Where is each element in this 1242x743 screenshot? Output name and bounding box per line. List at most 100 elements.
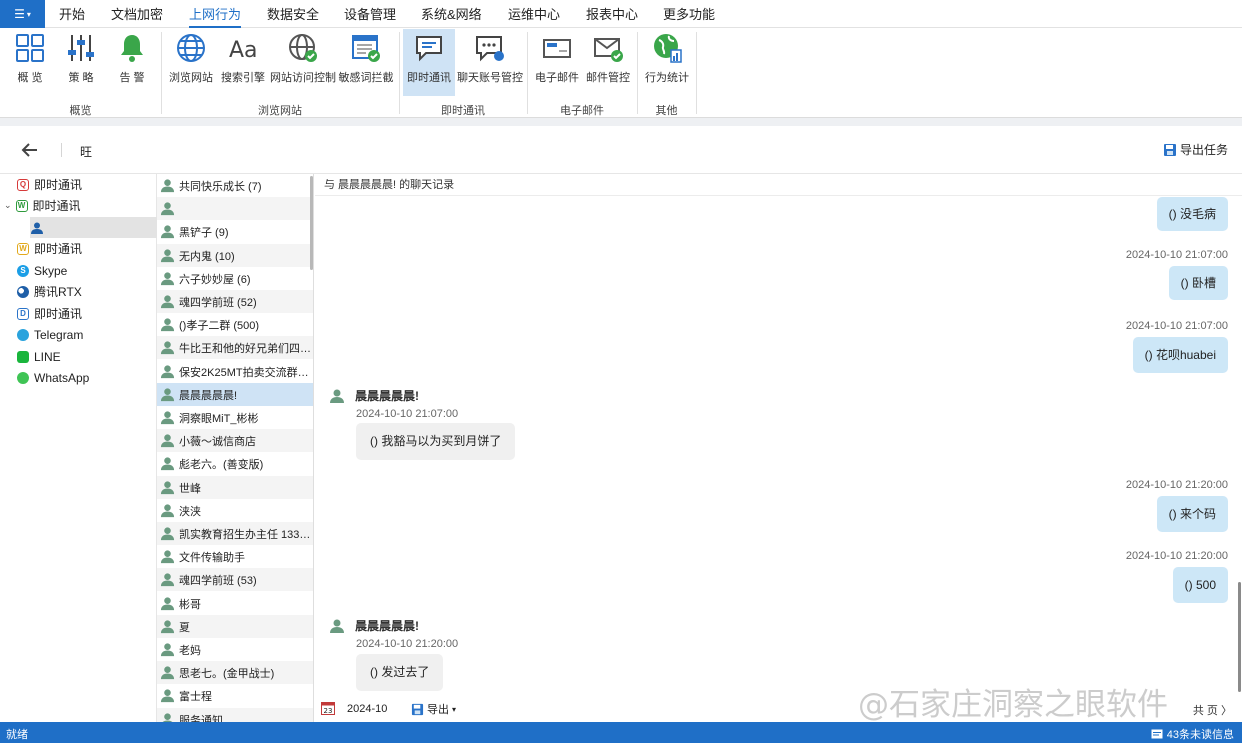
contact-row[interactable]: 小薇～诚信商店	[157, 429, 313, 452]
message-bubble-self: () 花呗huabei	[1132, 337, 1228, 373]
user-icon	[160, 318, 175, 332]
website-access-control-button[interactable]: 网站访问控制	[270, 29, 336, 96]
contact-row[interactable]: 共同快乐成长 (7)	[157, 174, 313, 197]
tree-item-skype[interactable]: S Skype	[17, 260, 67, 281]
instant-messaging-button[interactable]: 即时通讯	[403, 29, 455, 96]
contact-row[interactable]: 浃浃	[157, 499, 313, 522]
chat-account-control-label: 聊天账号管控	[457, 72, 523, 84]
chat-title: 与 晨晨晨晨晨! 的聊天记录	[315, 174, 1242, 196]
export-dropdown[interactable]: 导出 ▾	[411, 701, 456, 717]
contact-row[interactable]: 黑铲子 (9)	[157, 220, 313, 243]
floppy-export-icon	[411, 703, 424, 715]
contact-name: 夏	[179, 621, 190, 634]
bell-icon	[121, 35, 143, 62]
contact-row[interactable]: ()孝子二群 (500)	[157, 313, 313, 336]
tab-start[interactable]: 开始	[59, 0, 85, 28]
contact-row[interactable]: 凯实教育招生办主任 1337...	[157, 522, 313, 545]
policy-button[interactable]: 策 略	[58, 29, 104, 96]
tree-item-whatsapp[interactable]: WhatsApp	[17, 367, 89, 388]
tab-device-management[interactable]: 设备管理	[344, 0, 396, 28]
contact-row[interactable]: 彬哥	[157, 592, 313, 615]
behavior-stats-button[interactable]: 行为统计	[642, 29, 692, 96]
message-time: 2024-10-10 21:07:00	[356, 408, 459, 420]
group-label-email: 电子邮件	[560, 105, 604, 117]
tab-report-center[interactable]: 报表中心	[586, 0, 638, 28]
user-icon	[160, 202, 175, 216]
message-bubble-other: () 发过去了	[356, 654, 444, 691]
contact-row[interactable]: 文件传输助手	[157, 545, 313, 568]
contact-row[interactable]: 晨晨晨晨晨!	[157, 383, 313, 406]
tree-item-label: 腾讯RTX	[34, 285, 82, 299]
tree-item-im-q[interactable]: Q 即时通讯	[17, 174, 82, 195]
contact-row[interactable]: 服务通知	[157, 708, 313, 722]
back-arrow-icon[interactable]	[20, 140, 40, 160]
alert-button[interactable]: 告 警	[109, 29, 155, 96]
user-icon	[160, 341, 175, 355]
contact-row[interactable]	[157, 197, 313, 220]
tree-item-label: 即时通讯	[34, 178, 83, 192]
chat-scrollbar[interactable]	[1238, 582, 1241, 692]
search-engine-button[interactable]: Aa 搜索引擎	[219, 29, 267, 96]
browse-web-button[interactable]: 浏览网站	[166, 29, 216, 96]
user-icon	[160, 481, 175, 495]
contact-row[interactable]: 魂四学前班 (53)	[157, 568, 313, 591]
date-value[interactable]: 2024-10	[347, 703, 387, 715]
tab-internet-behavior[interactable]: 上网行为	[189, 0, 242, 28]
pager[interactable]: 共 页 〉	[1193, 702, 1232, 718]
chat-account-control-button[interactable]: 聊天账号管控	[457, 29, 523, 96]
contact-list-scrollbar[interactable]	[310, 176, 313, 270]
chat-bubble-icon	[416, 36, 442, 62]
status-text: 就绪	[6, 729, 28, 741]
user-icon	[31, 222, 43, 234]
telegram-icon	[17, 328, 29, 341]
contact-row[interactable]: 保安2K25MT拍卖交流群㊙...	[157, 360, 313, 383]
tab-doc-encryption[interactable]: 文档加密	[111, 0, 163, 28]
message-bubble-self: () 500	[1172, 567, 1228, 603]
contact-row[interactable]: 洞察眼MiT_彬彬	[157, 406, 313, 429]
contact-row[interactable]: 老妈	[157, 638, 313, 661]
tab-system-network[interactable]: 系统&网络	[421, 0, 482, 28]
toolbar: 旺 导出任务	[0, 126, 1242, 174]
tree-item-account[interactable]	[30, 217, 157, 238]
contact-name: 世峰	[179, 482, 201, 495]
contact-row[interactable]: 夏	[157, 615, 313, 638]
user-icon	[160, 550, 175, 564]
message-time: 2024-10-10 21:07:00	[1125, 320, 1228, 332]
tree-item-im-w2[interactable]: W 即时通讯	[17, 238, 82, 259]
watermark: @石家庄洞察之眼软件	[858, 687, 1168, 723]
unread-count[interactable]: 43条未读信息	[1151, 726, 1234, 742]
tree-item-rtx[interactable]: 腾讯RTX	[17, 281, 82, 302]
contact-row[interactable]: 六子妙妙屋 (6)	[157, 267, 313, 290]
email-control-button[interactable]: 邮件管控	[584, 29, 632, 96]
contact-name: 小薇～诚信商店	[179, 435, 256, 448]
user-icon	[160, 179, 175, 193]
tree-item-im-w[interactable]: ⌄ W 即时通讯	[4, 195, 81, 216]
tab-data-security[interactable]: 数据安全	[267, 0, 319, 28]
export-task-button[interactable]: 导出任务	[1163, 141, 1228, 158]
chevron-down-icon[interactable]: ⌄	[4, 200, 12, 211]
email-button[interactable]: 电子邮件	[533, 29, 581, 96]
tab-more-features[interactable]: 更多功能	[663, 0, 715, 28]
contact-row[interactable]: 魂四学前班 (52)	[157, 290, 313, 313]
tab-ops-center[interactable]: 运维中心	[508, 0, 560, 28]
message-time: 2024-10-10 21:07:00	[1125, 249, 1228, 261]
message-time: 2024-10-10 21:20:00	[1125, 550, 1228, 562]
tree-item-im-d[interactable]: D 即时通讯	[17, 303, 82, 324]
group-label-other: 其他	[655, 105, 678, 117]
tree-item-telegram[interactable]: Telegram	[17, 324, 83, 345]
overview-button[interactable]: 概 览	[7, 29, 53, 96]
contact-row[interactable]: 富士程	[157, 684, 313, 707]
contact-row[interactable]: 世峰	[157, 476, 313, 499]
line-icon	[17, 350, 29, 363]
calendar-button[interactable]: 23	[321, 701, 335, 715]
contact-row[interactable]: 思老七。(金甲战士)	[157, 661, 313, 684]
contact-row[interactable]: 无内鬼 (10)	[157, 244, 313, 267]
contact-row[interactable]: 彪老六。(善变版)	[157, 452, 313, 475]
contact-row[interactable]: 牛比王和他的好兄弟们四群...	[157, 336, 313, 359]
chat-user-icon	[476, 36, 504, 62]
export-task-label: 导出任务	[1179, 143, 1228, 157]
sensitive-word-block-button[interactable]: 敏感词拦截	[338, 29, 394, 96]
app-menu-button[interactable]: ☰ ▾	[0, 0, 45, 28]
tree-item-line[interactable]: LINE	[17, 346, 61, 367]
message-bubble-self: () 没毛病	[1156, 197, 1228, 231]
